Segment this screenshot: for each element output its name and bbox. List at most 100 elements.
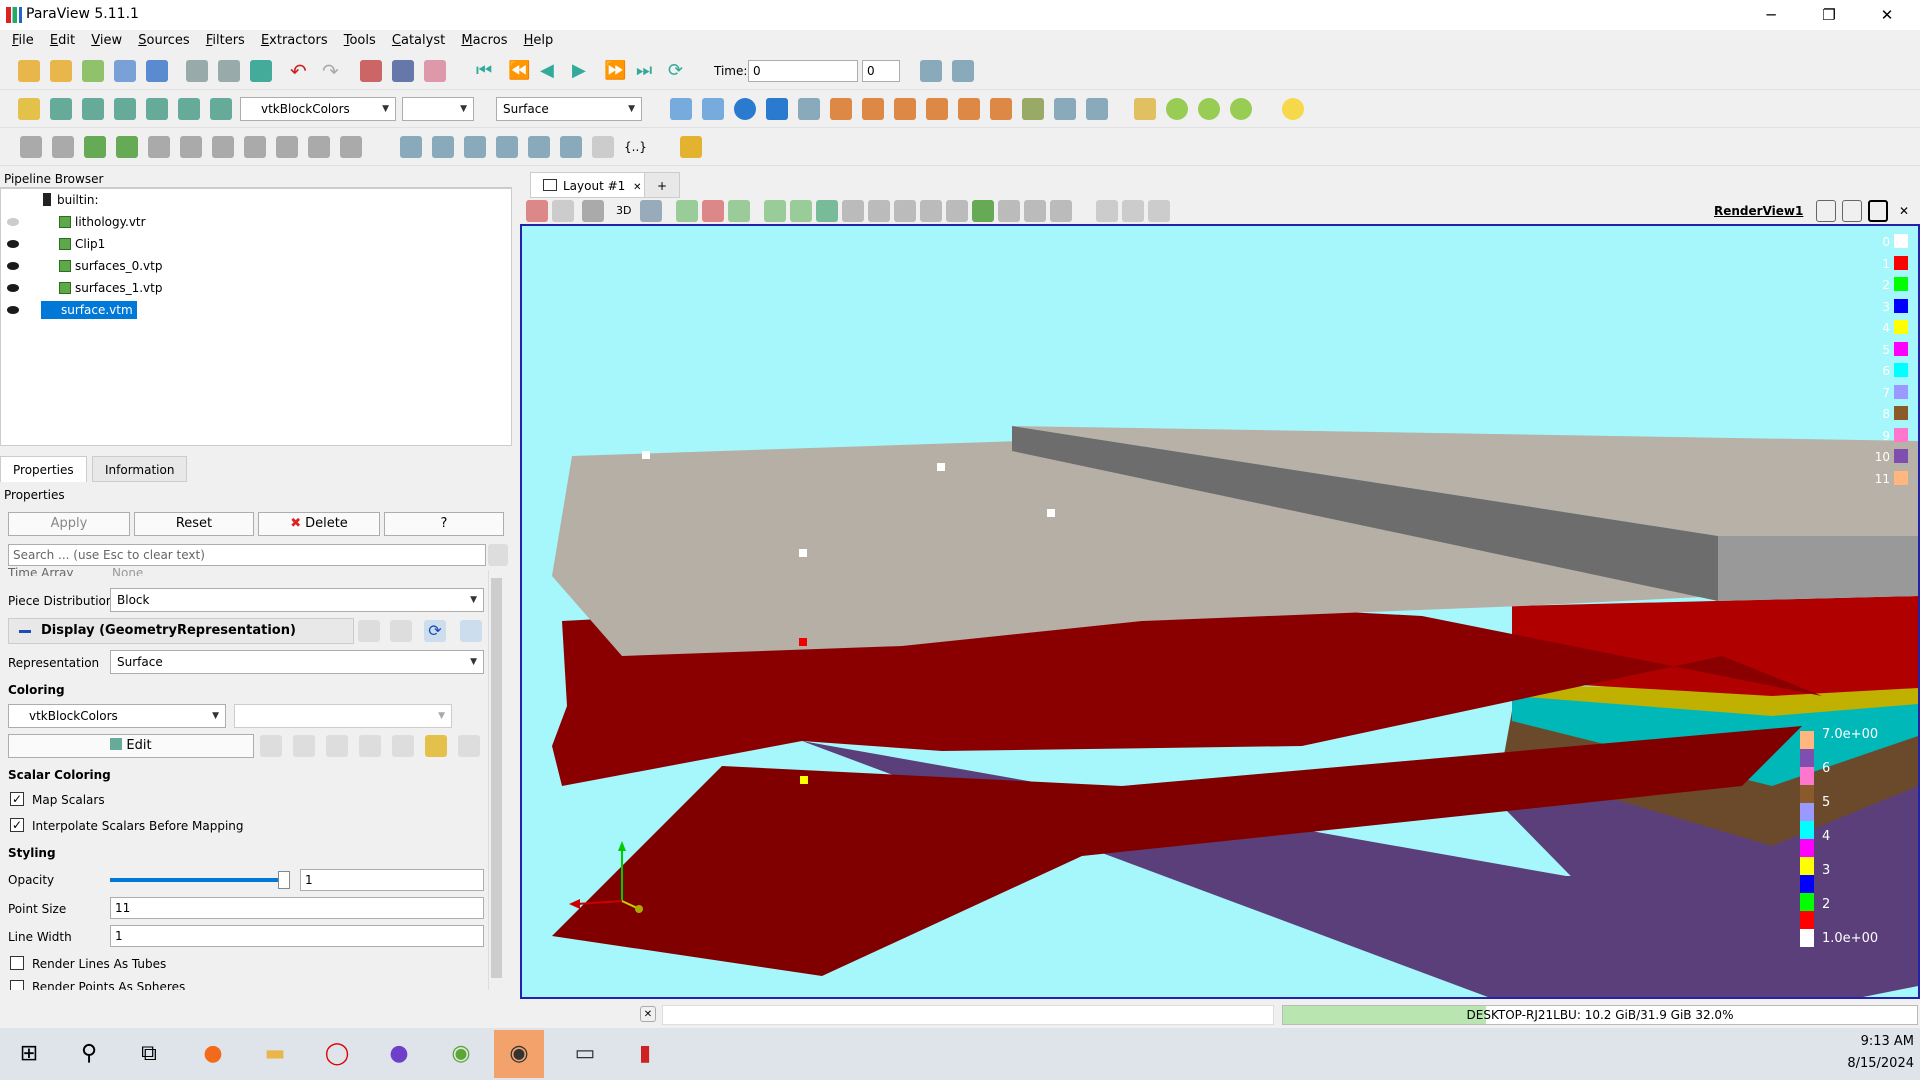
center-axes-icon[interactable] xyxy=(1134,98,1156,120)
file-explorer-icon[interactable]: ▬ xyxy=(250,1030,300,1078)
zoom-to-data-icon[interactable] xyxy=(734,98,756,120)
eye-visible-icon[interactable] xyxy=(7,284,19,292)
delete-button[interactable]: ✖ Delete xyxy=(258,512,380,536)
interactive-select-icon[interactable] xyxy=(816,200,838,222)
toggle-3d-button[interactable]: 3D xyxy=(616,204,631,217)
point-size-input[interactable]: 11 xyxy=(110,897,484,919)
menu-file[interactable]: File xyxy=(6,30,40,52)
properties-scrollbar[interactable] xyxy=(488,570,504,990)
rescale-data-range-icon[interactable] xyxy=(293,735,315,757)
split-view-horizontal-icon[interactable] xyxy=(1816,200,1836,222)
split-view-vertical-icon[interactable] xyxy=(1842,200,1862,222)
extract-subset-icon[interactable] xyxy=(180,136,202,158)
rotate-cw-icon[interactable] xyxy=(1054,98,1076,120)
clip-icon[interactable] xyxy=(84,136,106,158)
select-blocks-icon[interactable] xyxy=(790,200,812,222)
memory-inspector-bar[interactable]: DESKTOP-RJ21LBU: 10.2 GiB/31.9 GiB 32.0% xyxy=(1282,1005,1918,1025)
edit-colormap-icon[interactable] xyxy=(50,98,72,120)
opacity-slider-track[interactable] xyxy=(110,871,290,889)
slice-icon[interactable] xyxy=(116,136,138,158)
pipeline-item-builtin[interactable]: builtin: xyxy=(43,191,99,209)
annotate-time-icon[interactable] xyxy=(528,136,550,158)
first-frame-icon[interactable]: ⏮ xyxy=(476,60,498,82)
braces-icon[interactable]: {..} xyxy=(624,136,647,158)
pipeline-item-surfaces-1[interactable]: surfaces_1.vtp xyxy=(59,279,162,297)
rotate-ccw-icon[interactable] xyxy=(1086,98,1108,120)
menu-view[interactable]: View xyxy=(85,30,128,52)
line-width-input[interactable]: 1 xyxy=(110,925,484,947)
auto-apply-icon[interactable] xyxy=(250,60,272,82)
representation-combo[interactable]: Surface ▼ xyxy=(496,97,642,121)
contour-icon[interactable] xyxy=(52,136,74,158)
menu-filters[interactable]: Filters xyxy=(200,30,251,52)
load-state-icon[interactable] xyxy=(218,60,240,82)
save-defaults-icon[interactable] xyxy=(460,620,482,642)
disconnect-icon[interactable] xyxy=(146,60,168,82)
rescale-visible-range-icon[interactable] xyxy=(392,735,414,757)
menu-macros[interactable]: Macros xyxy=(455,30,513,52)
reset-camera-icon[interactable] xyxy=(670,98,692,120)
rescale-icon[interactable] xyxy=(210,98,232,120)
custom-range-icon[interactable] xyxy=(114,98,136,120)
close-view-icon[interactable]: ✕ xyxy=(1894,200,1914,222)
obs-icon[interactable]: ◉ xyxy=(494,1030,544,1078)
plot-data-icon[interactable] xyxy=(496,136,518,158)
close-tab-icon[interactable]: ✕ xyxy=(633,182,641,193)
pipeline-item-clip1[interactable]: Clip1 xyxy=(59,235,105,253)
view-plus-x-icon[interactable] xyxy=(830,98,852,120)
open-file-icon[interactable] xyxy=(18,60,40,82)
menu-edit[interactable]: Edit xyxy=(44,30,81,52)
clear-selection-icon[interactable] xyxy=(946,200,968,222)
threshold-icon[interactable] xyxy=(148,136,170,158)
select-polygon-icon[interactable] xyxy=(764,200,786,222)
probe-icon[interactable] xyxy=(432,136,454,158)
menu-extractors[interactable]: Extractors xyxy=(255,30,334,52)
terminal-icon[interactable]: ▭ xyxy=(560,1030,610,1078)
extract-level-icon[interactable] xyxy=(340,136,362,158)
display-section-header[interactable]: Display (GeometryRepresentation) xyxy=(8,618,354,644)
piece-distribution-combo[interactable]: Block ▼ xyxy=(110,588,484,612)
menu-tools[interactable]: Tools xyxy=(338,30,382,52)
selection-help-icon[interactable] xyxy=(1050,200,1072,222)
clear-status-icon[interactable]: ✕ xyxy=(640,1006,656,1022)
add-layout-tab[interactable]: + xyxy=(644,172,681,198)
render-view-name[interactable]: RenderView1 xyxy=(1714,204,1803,218)
apply-button[interactable]: Apply xyxy=(8,512,130,536)
menu-catalyst[interactable]: Catalyst xyxy=(386,30,451,52)
reverse-play-icon[interactable]: ◀ xyxy=(540,60,562,82)
plot-selection-icon[interactable] xyxy=(998,200,1020,222)
rescale-custom-range-icon[interactable] xyxy=(326,735,348,757)
search-icon[interactable]: ⚲ xyxy=(64,1030,114,1078)
windows-start-icon[interactable]: ⊞ xyxy=(4,1030,54,1078)
last-frame-icon[interactable]: ⏭ xyxy=(636,60,658,82)
representation-property-combo[interactable]: Surface ▼ xyxy=(110,650,484,674)
scrollbar-thumb[interactable] xyxy=(491,578,502,978)
play-icon[interactable]: ▶ xyxy=(572,60,594,82)
toggle-color-legend-icon[interactable] xyxy=(18,98,40,120)
spreadsheet-zoom-icon[interactable] xyxy=(952,60,974,82)
save-state-icon[interactable] xyxy=(186,60,208,82)
render-lines-tubes-checkbox[interactable] xyxy=(10,956,24,970)
open-recent-icon[interactable] xyxy=(50,60,72,82)
render-points-spheres-checkbox[interactable] xyxy=(10,980,24,990)
view-plus-y-icon[interactable] xyxy=(894,98,916,120)
select-points-on-icon[interactable] xyxy=(702,200,724,222)
find-data-query-icon[interactable] xyxy=(1024,200,1046,222)
color-by-combo[interactable]: vtkBlockColors ▼ xyxy=(240,97,396,121)
help-button[interactable]: ? xyxy=(384,512,504,536)
stream-tracer-icon[interactable] xyxy=(244,136,266,158)
calculator-icon[interactable] xyxy=(20,136,42,158)
edit-legend-icon[interactable] xyxy=(458,735,480,757)
connect-icon[interactable] xyxy=(114,60,136,82)
particle-tracer-icon[interactable] xyxy=(592,136,614,158)
group-datasets-icon[interactable] xyxy=(308,136,330,158)
reset-button[interactable]: Reset xyxy=(134,512,254,536)
paste-properties-icon[interactable] xyxy=(390,620,412,642)
render-view[interactable]: 0 1 2 3 4 5 6 7 8 9 10 11 7.0e+00 6 5 4 3 2 1.0e+00… xyxy=(520,224,1920,999)
camera-undo-icon[interactable] xyxy=(392,60,414,82)
warp-icon[interactable] xyxy=(276,136,298,158)
reset-center-icon[interactable] xyxy=(1198,98,1220,120)
view-minus-z-icon[interactable] xyxy=(990,98,1012,120)
time-index-spinbox[interactable]: 0 xyxy=(862,60,900,82)
menu-help[interactable]: Help xyxy=(518,30,560,52)
